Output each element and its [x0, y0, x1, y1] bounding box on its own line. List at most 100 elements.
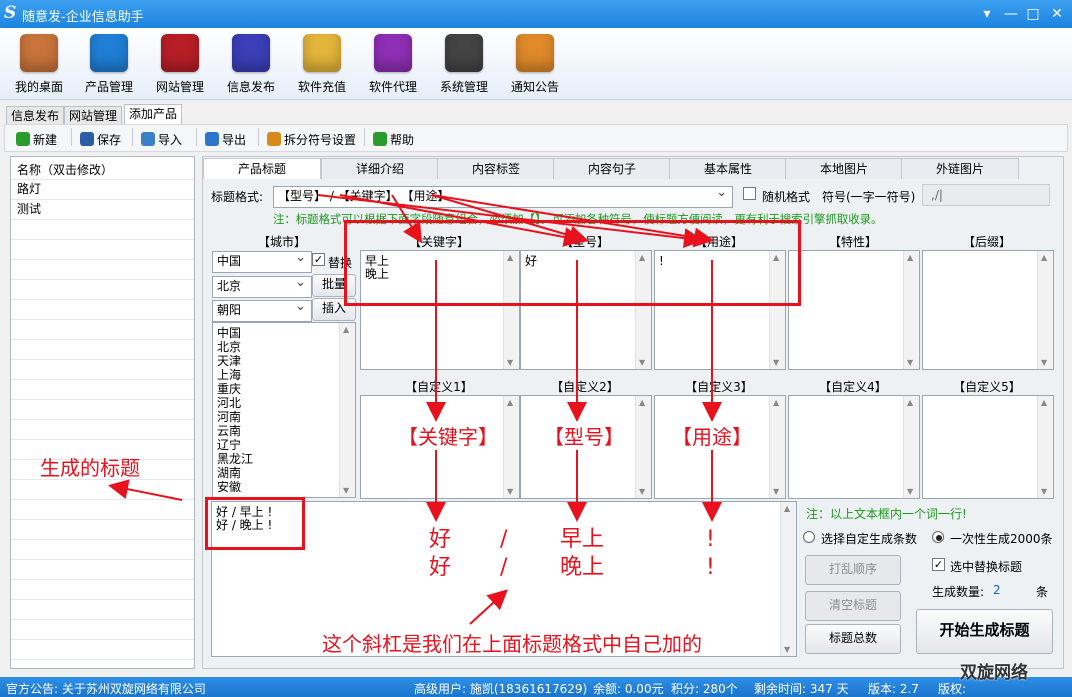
city-list-item[interactable]: 湖南 — [217, 466, 253, 480]
list-item[interactable] — [11, 300, 194, 320]
list-item[interactable] — [11, 500, 194, 520]
shuffle-button[interactable]: 打乱顺序 — [805, 555, 901, 585]
title-total-button[interactable]: 标题总数 — [805, 624, 901, 654]
fields_row1-header-4: 【后缀】 — [962, 235, 1011, 249]
action-button-2[interactable]: 导入 — [141, 131, 182, 148]
city-list-item[interactable]: 天津 — [217, 354, 253, 368]
list-item[interactable]: 测试 — [11, 200, 194, 220]
action-button-4[interactable]: 拆分符号设置 — [267, 131, 356, 148]
product-tab-2[interactable]: 内容标签 — [437, 158, 555, 179]
city-list-item[interactable]: 黑龙江 — [217, 452, 253, 466]
product-tab-4[interactable]: 基本属性 — [669, 158, 787, 179]
maximize-button[interactable]: □ — [1022, 4, 1044, 24]
product-list[interactable]: 名称（双击修改） 路灯 测试 — [10, 156, 195, 680]
district-select[interactable]: 朝阳 — [212, 298, 312, 322]
city-list-item[interactable]: 云南 — [217, 424, 253, 438]
scrollbar[interactable] — [1037, 396, 1053, 498]
product-tab-0[interactable]: 产品标题 — [203, 158, 321, 179]
action-button-3[interactable]: 导出 — [205, 131, 246, 148]
scrollbar[interactable] — [903, 251, 919, 369]
format-select[interactable]: 【型号】 / 【关键字】 【用途】 — [273, 184, 733, 208]
city-list-item[interactable]: 河北 — [217, 396, 253, 410]
tab-site-manage[interactable]: 网站管理 — [64, 106, 123, 124]
symbol-input[interactable]: ,/| — [922, 184, 1050, 206]
scrollbar[interactable] — [503, 396, 519, 498]
toolbar-item-1[interactable]: 产品管理 — [74, 34, 144, 95]
province-select[interactable]: 北京 — [212, 274, 312, 298]
toolbar-item-7[interactable]: 通知公告 — [500, 34, 570, 95]
list-item[interactable] — [11, 540, 194, 560]
radio-custom-count[interactable] — [803, 531, 815, 543]
scrollbar[interactable] — [635, 396, 651, 498]
list-item[interactable] — [11, 640, 194, 660]
close-button[interactable]: ✕ — [1046, 4, 1068, 24]
list-item[interactable] — [11, 520, 194, 540]
city-list-item[interactable]: 河南 — [217, 410, 253, 424]
radio-once-2000[interactable] — [932, 531, 944, 543]
toolbar-item-6[interactable]: 系统管理 — [429, 34, 499, 95]
list-item[interactable] — [11, 620, 194, 640]
fields_row2-textbox-4[interactable] — [922, 395, 1054, 499]
action-button-0[interactable]: 新建 — [16, 131, 57, 148]
toolbar-item-0[interactable]: 我的桌面 — [4, 34, 74, 95]
action-label: 新建 — [33, 133, 58, 147]
list-item[interactable] — [11, 320, 194, 340]
city-list-item[interactable]: 上海 — [217, 368, 253, 382]
replace-title-checkbox[interactable]: ✓ — [932, 558, 945, 571]
fields_row2-header-4: 【自定义5】 — [953, 380, 1021, 394]
minimize-button[interactable]: — — [1000, 4, 1022, 24]
start-generate-button[interactable]: 开始生成标题 — [916, 609, 1053, 654]
clear-titles-button[interactable]: 清空标题 — [805, 591, 901, 621]
city-list[interactable]: 中国北京天津上海重庆河北河南云南辽宁黑龙江湖南安徽 — [212, 322, 356, 498]
list-item[interactable] — [11, 240, 194, 260]
city-list-item[interactable]: 辽宁 — [217, 438, 253, 452]
list-item[interactable] — [11, 560, 194, 580]
toolbar-separator — [258, 128, 259, 146]
fields_row2-textbox-3[interactable] — [788, 395, 920, 499]
toolbar-item-2[interactable]: 网站管理 — [145, 34, 215, 95]
product-tab-1[interactable]: 详细介绍 — [321, 158, 439, 179]
action-button-1[interactable]: 保存 — [80, 131, 121, 148]
scrollbar[interactable] — [903, 396, 919, 498]
list-item[interactable] — [11, 220, 194, 240]
toolbar-item-4[interactable]: 软件充值 — [287, 34, 357, 95]
toolbar-item-label: 软件代理 — [368, 80, 417, 94]
list-item[interactable] — [11, 360, 194, 380]
list-item[interactable] — [11, 400, 194, 420]
action-button-5[interactable]: 帮助 — [373, 131, 414, 148]
fields_row1-textbox-4[interactable] — [922, 250, 1054, 370]
list-item[interactable] — [11, 420, 194, 440]
city-list-item[interactable]: 北京 — [217, 340, 253, 354]
gift-box-icon — [374, 34, 412, 72]
list-item[interactable]: 路灯 — [11, 180, 194, 200]
list-item[interactable] — [11, 600, 194, 620]
list-item[interactable] — [11, 340, 194, 360]
toolbar-item-label: 产品管理 — [84, 80, 133, 94]
skin-icon[interactable]: ▾ — [976, 4, 998, 24]
toolbar-item-5[interactable]: 软件代理 — [358, 34, 428, 95]
toolbar-item-3[interactable]: 信息发布 — [216, 34, 286, 95]
tab-info-publish[interactable]: 信息发布 — [6, 106, 65, 124]
list-item[interactable] — [11, 380, 194, 400]
list-item[interactable] — [11, 280, 194, 300]
product-tab-6[interactable]: 外链图片 — [901, 158, 1019, 179]
city-list-item[interactable]: 重庆 — [217, 382, 253, 396]
toolbar-item-label: 通知公告 — [510, 80, 559, 94]
status-notice[interactable]: 官方公告: 关于苏州双旋网络有限公司 — [6, 680, 206, 697]
fields_row1-textbox-3[interactable] — [788, 250, 920, 370]
replace-checkbox[interactable]: ✓ — [312, 253, 325, 266]
product-tab-3[interactable]: 内容句子 — [553, 158, 671, 179]
list-item[interactable] — [11, 480, 194, 500]
tab-add-product[interactable]: 添加产品 — [124, 104, 183, 124]
country-select[interactable]: 中国 — [212, 249, 312, 273]
city-list-item[interactable]: 安徽 — [217, 480, 253, 494]
scrollbar[interactable] — [769, 396, 785, 498]
scrollbar[interactable] — [1037, 251, 1053, 369]
product-tab-5[interactable]: 本地图片 — [785, 158, 903, 179]
annotation-keyword: 【关键字】 — [398, 425, 498, 449]
random-format-checkbox[interactable] — [743, 187, 756, 200]
list-item[interactable] — [11, 580, 194, 600]
symbol-label: 符号(一字一符号) — [822, 190, 916, 204]
city-list-item[interactable]: 中国 — [217, 326, 253, 340]
list-item[interactable] — [11, 260, 194, 280]
